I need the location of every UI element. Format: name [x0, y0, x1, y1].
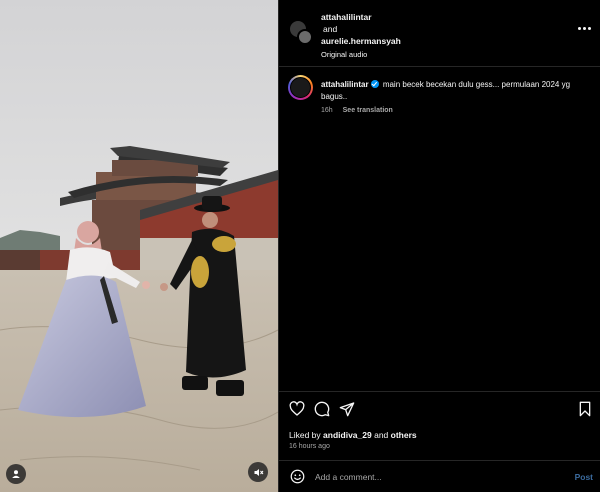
save-button[interactable] — [578, 401, 592, 417]
caption-text-block: attahalilintar main becek becekan dulu g… — [321, 79, 591, 102]
post-actions: Liked by andidiva_29 and others 16 hours… — [279, 391, 600, 459]
collab-avatars[interactable] — [289, 20, 313, 45]
post-details-panel: attahalilintar and aurelie.hermansyah Or… — [278, 0, 600, 492]
caption-time: 16h — [321, 107, 333, 114]
liked-by-and: and — [374, 430, 389, 440]
comment-bar: Post — [279, 460, 600, 492]
caption-username[interactable]: attahalilintar — [321, 80, 369, 89]
heart-icon[interactable] — [289, 401, 305, 417]
post-authors: attahalilintar and aurelie.hermansyah Or… — [321, 11, 401, 61]
user-tag-icon — [12, 470, 20, 478]
post-timestamp[interactable]: 16 hours ago — [289, 443, 330, 450]
post-photo — [0, 0, 278, 492]
avatar — [297, 29, 313, 45]
post-header: attahalilintar and aurelie.hermansyah Or… — [279, 0, 600, 67]
post-comment-button[interactable]: Post — [575, 472, 593, 482]
likes-summary: Liked by andidiva_29 and others — [289, 430, 417, 440]
post-media[interactable] — [0, 0, 278, 492]
caption-meta: 16h See translation — [321, 107, 401, 114]
mute-button[interactable] — [248, 462, 268, 482]
more-options-icon[interactable] — [578, 27, 591, 30]
see-translation-link[interactable]: See translation — [343, 107, 393, 114]
author-username-2[interactable]: aurelie.hermansyah — [321, 35, 401, 47]
muted-audio-icon — [254, 468, 263, 476]
share-icon[interactable] — [339, 401, 355, 417]
liked-by-others[interactable]: others — [391, 430, 417, 440]
verified-badge-icon — [370, 80, 379, 88]
user-tag-button[interactable] — [6, 464, 26, 484]
comment-input[interactable] — [315, 470, 555, 484]
liked-by-prefix: Liked by — [289, 430, 321, 440]
liked-by-user[interactable]: andidiva_29 — [323, 430, 372, 440]
comment-icon[interactable] — [314, 401, 330, 417]
emoji-icon[interactable] — [290, 469, 305, 484]
author-username-1[interactable]: attahalilintar — [321, 11, 401, 23]
action-icons — [289, 401, 355, 417]
avatar[interactable] — [288, 75, 313, 100]
audio-link[interactable]: Original audio — [321, 49, 401, 61]
authors-conjunction: and — [323, 24, 338, 34]
bookmark-icon — [579, 401, 591, 417]
